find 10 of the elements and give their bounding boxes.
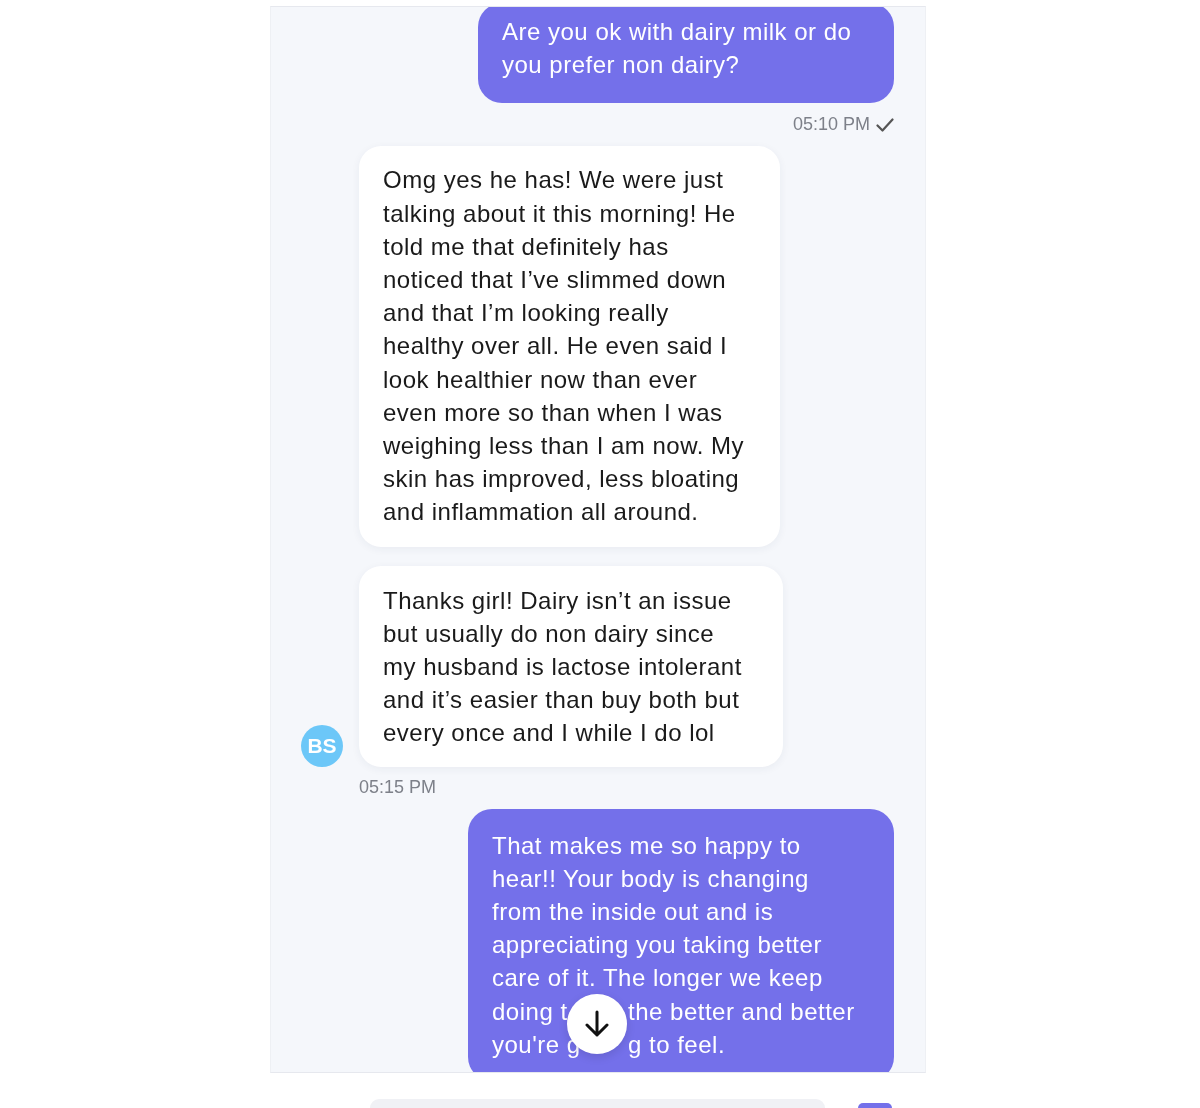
down-arrow-icon: [584, 1010, 610, 1038]
timestamp: 05:10 PM: [792, 114, 870, 136]
message-text: doing t: [492, 997, 568, 1025]
message-text: the better and better: [628, 997, 855, 1025]
message-text: Thanks girl! Dairy isn’t an issue but usually do non dairy since my husband is lactose intolerant and it’s easier than buy both but every once and I while I do lol: [383, 585, 743, 749]
message-text: Are you ok with dairy milk or do you prefer non dairy?: [502, 17, 853, 81]
avatar: BS: [301, 724, 343, 767]
message-text: g to feel.: [628, 1030, 726, 1058]
timestamp: 05:15 PM: [359, 776, 437, 798]
message-text: Omg yes he has! We were just talking about it this morning! He told me that definitely has noticed that I’ve slimmed down and that I’m looking really healthy over all. He even said I look healthier now than ever even more so than when I was weighing less than I am now. My skin has improved, less bloating and inflammation all around.: [383, 165, 745, 528]
